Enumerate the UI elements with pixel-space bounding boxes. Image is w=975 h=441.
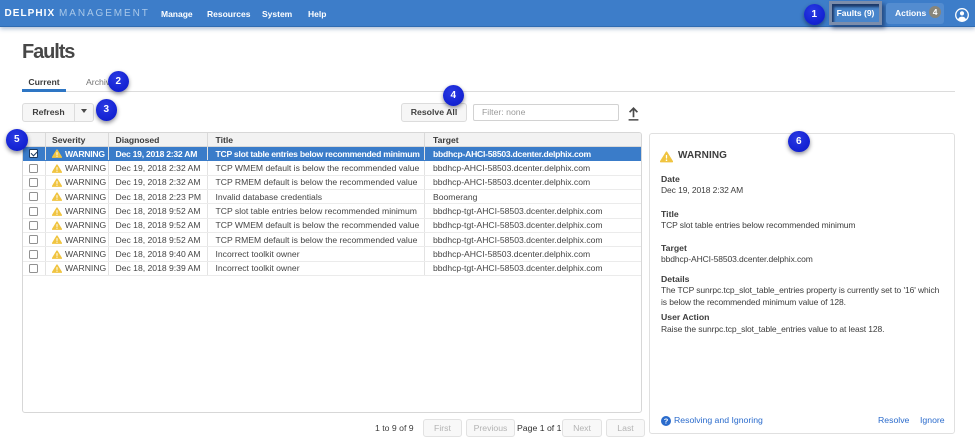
svg-text:?: ? — [664, 417, 669, 426]
